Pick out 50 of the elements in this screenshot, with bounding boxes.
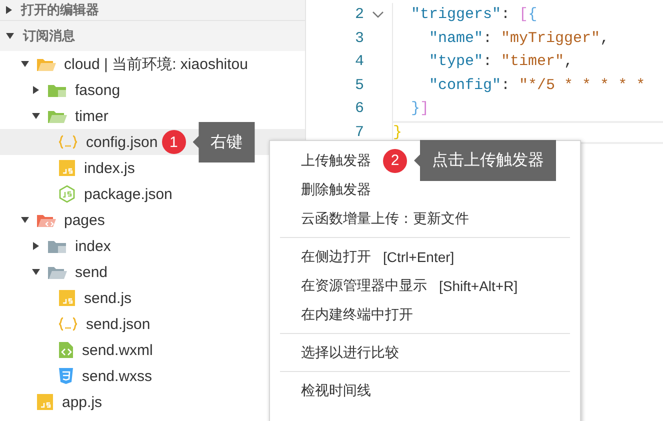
shortcut-hint: [Shift+Alt+R] bbox=[439, 278, 518, 294]
caret-down-icon bbox=[21, 217, 29, 223]
code-line: "type": "timer", bbox=[392, 50, 663, 74]
line-number: 6 bbox=[354, 100, 364, 118]
braces-icon bbox=[58, 134, 78, 150]
braces-icon bbox=[58, 316, 78, 332]
menu-item[interactable]: 选择以进行比较 bbox=[301, 342, 399, 364]
code-line: "config": "*/5 * * * * * bbox=[392, 74, 663, 97]
folder-icon bbox=[47, 82, 67, 98]
menu-item[interactable]: 云函数增量上传：更新文件 bbox=[301, 208, 469, 230]
code-line: "triggers": [{ bbox=[392, 3, 663, 26]
code-file-icon bbox=[58, 341, 74, 359]
section-header[interactable]: 订阅消息 bbox=[0, 20, 305, 51]
caret-down-icon bbox=[6, 33, 14, 39]
js-file-icon bbox=[36, 394, 54, 410]
css-file-icon bbox=[58, 367, 74, 385]
js-file-icon bbox=[58, 290, 76, 306]
tooltip: 右键 bbox=[192, 122, 255, 162]
caret-down-icon bbox=[32, 113, 40, 119]
menu-item[interactable]: 删除触发器 bbox=[301, 178, 371, 200]
menu-item[interactable]: 在内建终端中打开 bbox=[301, 304, 413, 326]
menu-item[interactable]: 检视时间线 bbox=[301, 380, 371, 402]
code-line: "name": "myTrigger", bbox=[392, 26, 663, 50]
caret-down-icon bbox=[32, 269, 40, 275]
tree-item[interactable]: fasong bbox=[0, 77, 305, 103]
js-file-icon bbox=[58, 160, 76, 176]
line-number: 7 bbox=[354, 124, 364, 141]
open-folder-icon bbox=[36, 212, 56, 228]
open-folder-icon bbox=[36, 56, 56, 72]
caret-right-icon bbox=[33, 86, 39, 94]
menu-item[interactable]: 在侧边打开 bbox=[301, 246, 371, 268]
code-line: }] bbox=[392, 97, 663, 120]
step-number-badge: 2 bbox=[383, 148, 407, 172]
section-header[interactable]: 打开的编辑器 bbox=[0, 0, 305, 20]
line-number: 2 bbox=[354, 6, 364, 24]
open-folder-icon bbox=[47, 264, 67, 280]
tooltip: 点击上传触发器 bbox=[414, 140, 556, 181]
folder-icon bbox=[47, 238, 67, 254]
hexagon-icon bbox=[58, 185, 76, 203]
caret-right-icon bbox=[6, 6, 12, 14]
menu-item[interactable]: 在资源管理器中显示 bbox=[301, 274, 427, 296]
line-number: 3 bbox=[354, 30, 364, 47]
tree-item[interactable]: cloud | 当前环境: xiaoshitou bbox=[0, 51, 305, 77]
step-number-badge: 1 bbox=[162, 130, 186, 154]
open-folder-icon bbox=[47, 108, 67, 124]
line-number: 4 bbox=[354, 53, 364, 70]
shortcut-hint: [Ctrl+Enter] bbox=[383, 248, 454, 264]
line-number: 5 bbox=[354, 76, 364, 94]
caret-right-icon bbox=[33, 242, 39, 250]
caret-down-icon bbox=[21, 61, 29, 67]
